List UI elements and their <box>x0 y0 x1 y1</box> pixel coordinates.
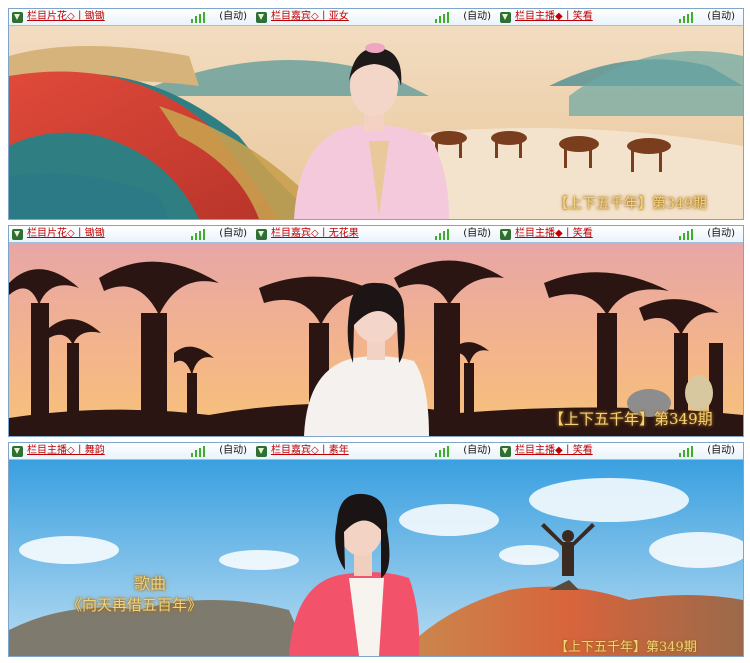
auto-mode-label[interactable]: (自动) <box>219 443 247 459</box>
episode-caption: 【上下五千年】第349期 <box>549 410 713 428</box>
tab-title[interactable]: 栏目片花◇丨锄锄 <box>27 9 105 25</box>
video-panel-2: 栏目片花◇丨锄锄 (自动) 栏目嘉宾◇丨无花果 (自动) 栏目主播◆丨笑看 (自… <box>8 225 744 437</box>
tab-title[interactable]: 栏目主播◇丨舞韵 <box>27 443 105 459</box>
desert-background <box>9 26 743 219</box>
signal-icon <box>191 12 205 23</box>
yy-logo-icon <box>256 445 267 457</box>
mountain-sky-background <box>9 460 743 656</box>
signal-icon <box>435 446 449 457</box>
panel-3-tab-3[interactable]: 栏目主播◆丨笑看 (自动) <box>497 443 741 459</box>
auto-mode-label[interactable]: (自动) <box>707 443 735 459</box>
yy-logo-icon <box>12 11 23 23</box>
auto-mode-label[interactable]: (自动) <box>219 226 247 242</box>
signal-icon <box>679 446 693 457</box>
panel-2-video-frame: 【上下五千年】第349期 <box>9 243 743 436</box>
signal-icon <box>191 446 205 457</box>
signal-icon <box>191 229 205 240</box>
panel-3-tab-1[interactable]: 栏目主播◇丨舞韵 (自动) <box>9 443 253 459</box>
auto-mode-label[interactable]: (自动) <box>463 9 491 25</box>
tab-title[interactable]: 栏目主播◆丨笑看 <box>515 443 593 459</box>
song-title: 《向天再借五百年》 <box>67 596 203 614</box>
yy-logo-icon <box>500 445 511 457</box>
signal-icon <box>679 12 693 23</box>
yy-logo-icon <box>12 445 23 457</box>
auto-mode-label[interactable]: (自动) <box>463 443 491 459</box>
auto-mode-label[interactable]: (自动) <box>707 226 735 242</box>
tab-title[interactable]: 栏目嘉宾◇丨无花果 <box>271 226 359 242</box>
yy-logo-icon <box>500 11 511 23</box>
yy-logo-icon <box>500 228 511 240</box>
panel-1-tab-1[interactable]: 栏目片花◇丨锄锄 (自动) <box>9 9 253 25</box>
panel-3-status-bar: 栏目主播◇丨舞韵 (自动) 栏目嘉宾◇丨素年 (自动) 栏目主播◆丨笑看 (自动… <box>9 443 743 460</box>
song-label: 歌曲 <box>134 574 167 593</box>
panel-2-status-bar: 栏目片花◇丨锄锄 (自动) 栏目嘉宾◇丨无花果 (自动) 栏目主播◆丨笑看 (自… <box>9 226 743 243</box>
yy-logo-icon <box>12 228 23 240</box>
panel-3-video-frame: 歌曲 《向天再借五百年》 【上下五千年】第349期 <box>9 460 743 656</box>
tab-title[interactable]: 栏目主播◆丨笑看 <box>515 9 593 25</box>
yy-logo-icon <box>256 228 267 240</box>
tab-title[interactable]: 栏目嘉宾◇丨素年 <box>271 443 349 459</box>
panel-1-video-frame: 【上下五千年】第349期 <box>9 26 743 219</box>
panel-1-tab-3[interactable]: 栏目主播◆丨笑看 (自动) <box>497 9 741 25</box>
panel-1-status-bar: 栏目片花◇丨锄锄 (自动) 栏目嘉宾◇丨亚女 (自动) 栏目主播◆丨笑看 (自动… <box>9 9 743 26</box>
panel-1-tab-2[interactable]: 栏目嘉宾◇丨亚女 (自动) <box>253 9 497 25</box>
panel-3-tab-2[interactable]: 栏目嘉宾◇丨素年 (自动) <box>253 443 497 459</box>
video-panel-3: 栏目主播◇丨舞韵 (自动) 栏目嘉宾◇丨素年 (自动) 栏目主播◆丨笑看 (自动… <box>8 442 744 657</box>
yy-logo-icon <box>256 11 267 23</box>
panel-2-tab-2[interactable]: 栏目嘉宾◇丨无花果 (自动) <box>253 226 497 242</box>
episode-caption: 【上下五千年】第349期 <box>555 640 697 655</box>
auto-mode-label[interactable]: (自动) <box>463 226 491 242</box>
tab-title[interactable]: 栏目片花◇丨锄锄 <box>27 226 105 242</box>
signal-icon <box>679 229 693 240</box>
tab-title[interactable]: 栏目嘉宾◇丨亚女 <box>271 9 349 25</box>
signal-icon <box>435 229 449 240</box>
signal-icon <box>435 12 449 23</box>
video-panel-1: 栏目片花◇丨锄锄 (自动) 栏目嘉宾◇丨亚女 (自动) 栏目主播◆丨笑看 (自动… <box>8 8 744 220</box>
episode-caption: 【上下五千年】第349期 <box>554 196 707 212</box>
auto-mode-label[interactable]: (自动) <box>707 9 735 25</box>
panel-2-tab-1[interactable]: 栏目片花◇丨锄锄 (自动) <box>9 226 253 242</box>
tab-title[interactable]: 栏目主播◆丨笑看 <box>515 226 593 242</box>
auto-mode-label[interactable]: (自动) <box>219 9 247 25</box>
panel-2-tab-3[interactable]: 栏目主播◆丨笑看 (自动) <box>497 226 741 242</box>
